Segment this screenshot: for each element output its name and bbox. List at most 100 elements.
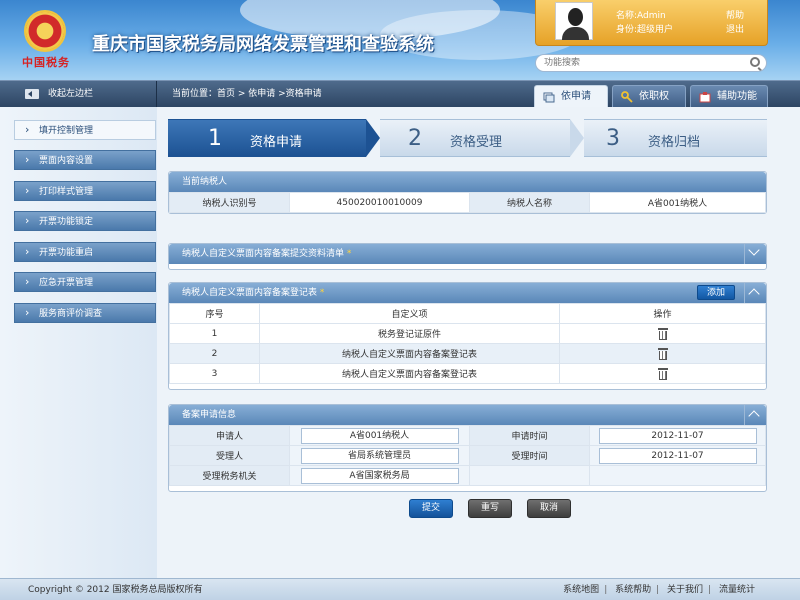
system-title: 重庆市国家税务局网络发票管理和查验系统 — [92, 34, 434, 55]
cancel-button[interactable]: 取消 — [527, 499, 571, 518]
table-row: 3 纳税人自定义票面内容备案登记表 — [169, 363, 766, 384]
sidebar-item-restart[interactable]: 开票功能重启 — [14, 242, 156, 262]
step-arrow — [570, 119, 584, 157]
panel-title: 备案申请信息 — [182, 410, 237, 420]
taxpayer-panel: 当前纳税人 纳税人识别号 450020010010009 纳税人名称 A省001… — [168, 171, 767, 214]
add-button[interactable]: 添加 — [696, 285, 735, 300]
sidebar-item-label: 开票功能锁定 — [39, 217, 94, 227]
rewrite-button[interactable]: 重写 — [468, 499, 512, 518]
footer: Copyright © 2012 国家税务总局版权所有 系统地图 | 系统帮助 | … — [0, 578, 800, 600]
applicant-field[interactable]: A省001纳税人 — [300, 427, 459, 444]
chevron-up-icon — [748, 410, 760, 422]
panel-header: 当前纳税人 — [169, 172, 766, 192]
table-row: 1 税务登记证原件 — [169, 323, 766, 344]
main-content: 1 资格申请 2 资格受理 3 资格归档 当前纳税人 纳税人识别号 450020… — [157, 107, 800, 578]
taxpayer-table: 纳税人识别号 450020010010009 纳税人名称 A省001纳税人 — [169, 192, 766, 213]
logout-link[interactable]: 退出 — [726, 23, 744, 37]
required-mark: * — [346, 249, 352, 259]
handle-time-field[interactable]: 2012-11-07 — [598, 447, 757, 464]
sidebar-item-label: 打印样式管理 — [39, 187, 94, 197]
required-mark: * — [319, 288, 325, 298]
search-input[interactable] — [536, 55, 736, 71]
tab-by-authority[interactable]: 依职权 — [612, 85, 686, 108]
app-window: 中国税务 重庆市国家税务局网络发票管理和查验系统 名称:Admin 身份:超级用… — [0, 0, 800, 600]
sidebar-item-lock[interactable]: 开票功能锁定 — [14, 211, 156, 231]
step-label: 资格申请 — [250, 135, 303, 150]
sidebar-item-label: 应急开票管理 — [39, 278, 94, 288]
expand-toggle[interactable] — [744, 244, 766, 264]
search-icon[interactable] — [750, 57, 760, 67]
sidebar-item-fill-control[interactable]: 填开控制管理 — [14, 120, 156, 140]
step-progress: 1 资格申请 2 资格受理 3 资格归档 — [168, 119, 767, 157]
row-item: 纳税人自定义票面内容备案登记表 — [259, 363, 560, 384]
taxpayer-name-label: 纳税人名称 — [469, 192, 590, 213]
trash-icon[interactable] — [657, 327, 668, 340]
chevron-up-icon — [748, 288, 760, 300]
chevron-down-icon — [748, 244, 760, 256]
help-link[interactable]: 帮助 — [726, 9, 744, 23]
applicant-label: 申请人 — [169, 425, 290, 446]
panel-header: 纳税人自定义票面内容备案登记表 * 添加 — [169, 283, 766, 303]
sidebar-item-label: 票面内容设置 — [39, 156, 94, 166]
panel-title: 纳税人自定义票面内容备案登记表 — [182, 288, 318, 298]
row-number: 1 — [169, 323, 260, 344]
footer-link-sitemap[interactable]: 系统地图 — [558, 585, 604, 595]
step-arrow — [366, 119, 380, 157]
column-header: 操作 — [559, 303, 766, 324]
taxpayer-id-value: 450020010010009 — [289, 192, 470, 213]
tab-label: 依职权 — [639, 91, 669, 102]
tool-icon — [699, 92, 711, 103]
panel-header[interactable]: 纳税人自定义票面内容备案提交资料清单 * — [169, 244, 766, 264]
tax-emblem-logo — [24, 10, 66, 52]
office-field[interactable]: A省国家税务局 — [300, 467, 459, 484]
step-2: 2 资格受理 — [380, 119, 570, 157]
footer-link-about[interactable]: 关于我们 — [662, 585, 708, 595]
sidebar-item-survey[interactable]: 服务商评价调查 — [14, 303, 156, 323]
copyright-text: Copyright © 2012 国家税务总局版权所有 — [28, 585, 203, 595]
sidebar-item-print-style[interactable]: 打印样式管理 — [14, 181, 156, 201]
handler-field[interactable]: 省局系统管理员 — [300, 447, 459, 464]
apply-time-field[interactable]: 2012-11-07 — [598, 427, 757, 444]
row-item: 纳税人自定义票面内容备案登记表 — [259, 343, 560, 364]
submit-button[interactable]: 提交 — [409, 499, 453, 518]
footer-link-help[interactable]: 系统帮助 — [610, 585, 656, 595]
step-number: 1 — [208, 126, 222, 151]
avatar — [555, 2, 593, 40]
tab-auxiliary[interactable]: 辅助功能 — [690, 85, 768, 108]
step-label: 资格受理 — [450, 135, 503, 150]
collapse-sidebar-button[interactable]: 收起左边栏 — [0, 81, 157, 107]
user-name: 名称:Admin — [616, 11, 666, 21]
register-table: 序号 自定义项 操作 1 税务登记证原件 2 纳税人自定义票面内容备案登记表 3… — [169, 303, 766, 384]
taxpayer-name-value: A省001纳税人 — [589, 192, 766, 213]
sidebar-item-emergency[interactable]: 应急开票管理 — [14, 272, 156, 292]
collapse-toggle[interactable] — [744, 405, 766, 425]
step-label: 资格归档 — [648, 135, 701, 150]
handler-label: 受理人 — [169, 445, 290, 466]
footer-links: 系统地图 | 系统帮助 | 关于我们 | 流量统计 — [558, 579, 760, 600]
top-navbar: 收起左边栏 当前位置：首页 > 依申请 >资格申请 依申请 依职权 辅助功能 — [0, 80, 800, 108]
column-header: 自定义项 — [259, 303, 560, 324]
emblem-text: 中国税务 — [22, 56, 70, 69]
application-panel: 备案申请信息 申请人 A省001纳税人 申请时间 2012-11-07 受理人 … — [168, 404, 767, 492]
tab-by-application[interactable]: 依申请 — [534, 85, 608, 108]
window-icon — [543, 92, 555, 103]
trash-icon[interactable] — [657, 367, 668, 380]
trash-icon[interactable] — [657, 347, 668, 360]
application-table: 申请人 A省001纳税人 申请时间 2012-11-07 受理人 省局系统管理员… — [169, 425, 766, 486]
sidebar-item-invoice-content[interactable]: 票面内容设置 — [14, 150, 156, 170]
collapse-toggle[interactable] — [744, 283, 766, 303]
register-panel: 纳税人自定义票面内容备案登记表 * 添加 序号 自定义项 操作 1 税务登记证原… — [168, 282, 767, 390]
key-icon — [621, 91, 633, 103]
row-number: 3 — [169, 363, 260, 384]
footer-link-stats[interactable]: 流量统计 — [714, 585, 760, 595]
sidebar-item-label: 服务商评价调查 — [39, 309, 103, 319]
handle-time-label: 受理时间 — [469, 445, 590, 466]
collapse-label: 收起左边栏 — [48, 89, 94, 99]
sidebar-item-label: 填开控制管理 — [39, 126, 94, 136]
sidebar-item-label: 开票功能重启 — [39, 248, 94, 258]
search-box — [535, 54, 767, 72]
step-number: 3 — [606, 126, 620, 151]
table-row: 2 纳税人自定义票面内容备案登记表 — [169, 343, 766, 364]
column-header: 序号 — [169, 303, 260, 324]
step-3: 3 资格归档 — [584, 119, 767, 157]
